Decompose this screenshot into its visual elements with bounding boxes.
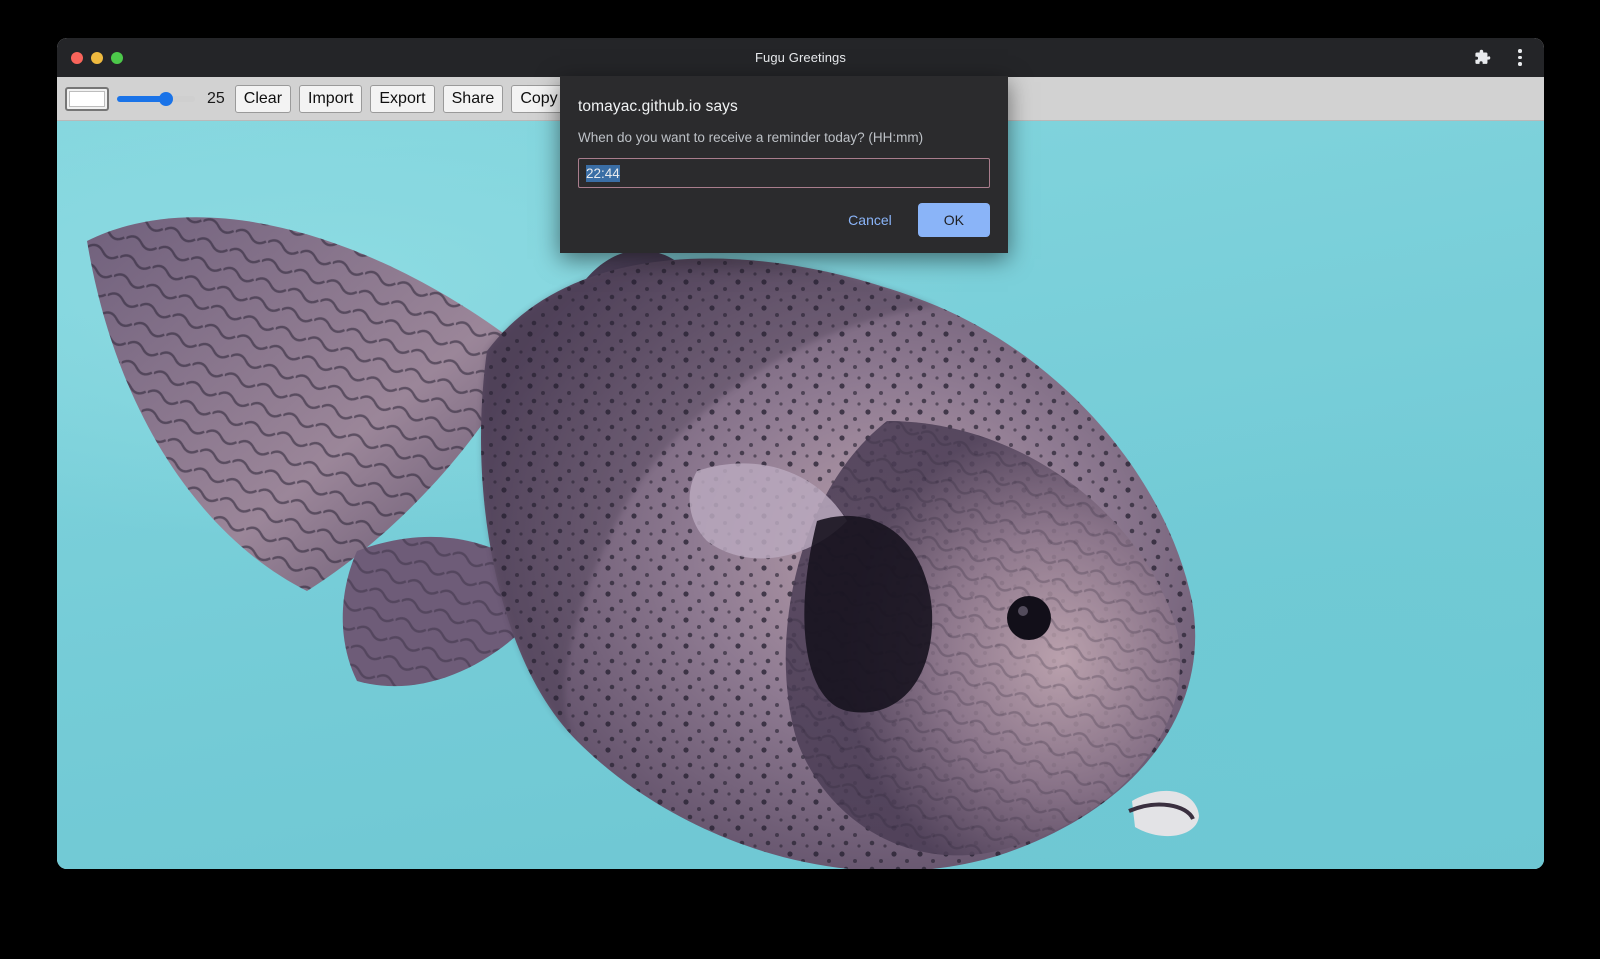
javascript-prompt-dialog: tomayac.github.io says When do you want … (560, 76, 1008, 253)
kebab-menu-icon[interactable] (1506, 44, 1534, 72)
import-button[interactable]: Import (299, 85, 362, 113)
export-button[interactable]: Export (370, 85, 434, 113)
color-picker-input[interactable] (65, 87, 109, 111)
traffic-light-controls (57, 52, 123, 64)
window-title: Fugu Greetings (57, 50, 1544, 65)
puzzle-piece-icon[interactable] (1468, 44, 1496, 72)
cancel-button[interactable]: Cancel (836, 204, 904, 236)
color-swatch-preview (69, 91, 105, 107)
window-titlebar: Fugu Greetings (57, 38, 1544, 77)
reminder-time-input[interactable]: 22:44 (578, 158, 990, 188)
dialog-input-wrapper: 22:44 (578, 158, 990, 188)
brush-size-value: 25 (203, 90, 227, 108)
titlebar-actions (1468, 44, 1534, 72)
page-root: Fugu Greetings 25 Clear (0, 0, 1600, 959)
brush-size-slider[interactable] (117, 88, 195, 110)
slider-thumb[interactable] (159, 92, 173, 106)
dialog-title: tomayac.github.io says (578, 98, 990, 116)
close-window-button[interactable] (71, 52, 83, 64)
share-button[interactable]: Share (443, 85, 504, 113)
maximize-window-button[interactable] (111, 52, 123, 64)
reminder-time-value: 22:44 (586, 165, 620, 182)
browser-window: Fugu Greetings 25 Clear (57, 38, 1544, 869)
slider-fill (117, 96, 164, 102)
copy-button[interactable]: Copy (511, 85, 566, 113)
dialog-message: When do you want to receive a reminder t… (578, 130, 990, 145)
dialog-actions: Cancel OK (836, 203, 990, 237)
minimize-window-button[interactable] (91, 52, 103, 64)
clear-button[interactable]: Clear (235, 85, 291, 113)
ok-button[interactable]: OK (918, 203, 990, 237)
